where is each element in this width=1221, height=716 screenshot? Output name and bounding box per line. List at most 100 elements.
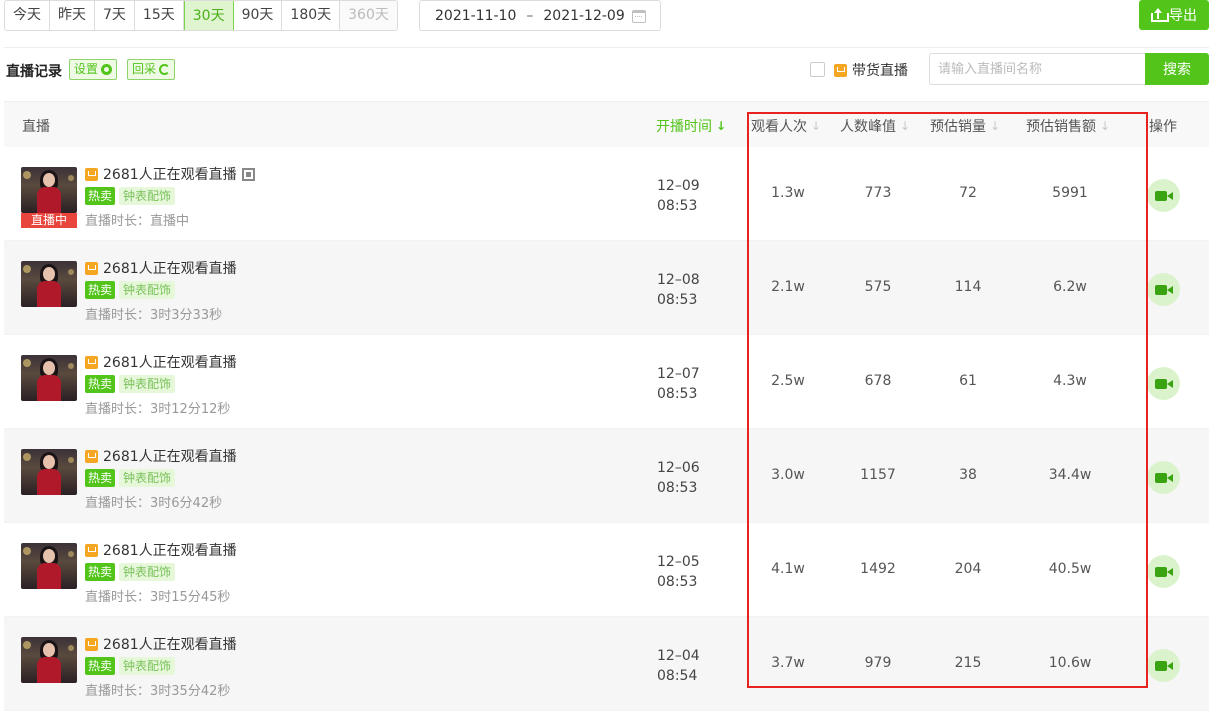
replay-video-button[interactable] bbox=[1147, 555, 1180, 588]
col-start-time[interactable]: 开播时间↓ bbox=[656, 116, 726, 136]
range-15d-button[interactable]: 15天 bbox=[135, 1, 184, 30]
export-button[interactable]: 导出 bbox=[1139, 0, 1209, 30]
date-range-quick-buttons: 今天 昨天 7天 15天 30天 90天 180天 360天 bbox=[4, 0, 398, 31]
col-live: 直播 bbox=[22, 116, 50, 136]
live-title[interactable]: 2681人正在观看直播 bbox=[85, 258, 237, 278]
search-input[interactable] bbox=[929, 53, 1146, 85]
range-7d-button[interactable]: 7天 bbox=[95, 1, 135, 30]
settings-button[interactable]: 设置 bbox=[69, 59, 117, 80]
col-views[interactable]: 观看人次↓ bbox=[751, 116, 821, 136]
cart-icon bbox=[85, 544, 98, 557]
date-range-end: 2021-12-09 bbox=[543, 8, 624, 24]
replay-video-button[interactable] bbox=[1147, 273, 1180, 306]
range-90d-button[interactable]: 90天 bbox=[234, 1, 283, 30]
live-cover-image[interactable] bbox=[21, 167, 77, 213]
qr-code-icon[interactable] bbox=[242, 168, 255, 181]
live-cover-image[interactable] bbox=[21, 449, 77, 495]
col-action: 操作 bbox=[1149, 116, 1177, 136]
sort-down-icon: ↓ bbox=[990, 119, 1000, 133]
replay-video-button[interactable] bbox=[1147, 461, 1180, 494]
date-range-start: 2021-11-10 bbox=[435, 8, 516, 24]
table-header: 直播 开播时间↓ 观看人次↓ 人数峰值↓ 预估销量↓ 预估销售额↓ 操作 bbox=[4, 101, 1209, 147]
range-360d-button: 360天 bbox=[340, 1, 397, 30]
cart-icon bbox=[834, 64, 847, 77]
live-status-badge: 直播中 bbox=[21, 213, 77, 228]
replay-video-button[interactable] bbox=[1147, 649, 1180, 682]
category-tag: 钟表配饰 bbox=[119, 375, 175, 393]
est-sales-value: 38 bbox=[943, 467, 993, 483]
est-amount-value: 4.3w bbox=[1040, 373, 1100, 389]
live-title[interactable]: 2681人正在观看直播 bbox=[85, 540, 237, 560]
live-title[interactable]: 2681人正在观看直播 bbox=[85, 446, 237, 466]
hot-tag: 热卖 bbox=[85, 657, 115, 675]
replay-button[interactable]: 回采 bbox=[127, 59, 175, 80]
replay-video-button[interactable] bbox=[1147, 179, 1180, 212]
live-duration: 直播时长：直播中 bbox=[85, 210, 189, 229]
category-tag: 钟表配饰 bbox=[119, 187, 175, 205]
col-peak[interactable]: 人数峰值↓ bbox=[840, 116, 910, 136]
hot-tag: 热卖 bbox=[85, 187, 115, 205]
live-cover-image[interactable] bbox=[21, 261, 77, 307]
est-sales-value: 61 bbox=[943, 373, 993, 389]
video-camera-icon bbox=[1155, 472, 1173, 484]
sort-down-icon: ↓ bbox=[1100, 119, 1110, 133]
replay-video-button[interactable] bbox=[1147, 367, 1180, 400]
goods-live-text: 带货直播 bbox=[852, 60, 908, 80]
views-value: 3.7w bbox=[763, 655, 813, 671]
table-row: 2681人正在观看直播 热卖钟表配饰 直播时长：3时12分12秒 12–0708… bbox=[4, 335, 1209, 429]
date-range-picker[interactable]: 2021-11-10 – 2021-12-09 bbox=[419, 0, 661, 31]
live-duration: 直播时长：3时3分33秒 bbox=[85, 304, 222, 323]
cart-icon bbox=[85, 450, 98, 463]
peak-value: 575 bbox=[853, 279, 903, 295]
date-range-separator: – bbox=[526, 8, 533, 24]
start-time: 12–0408:54 bbox=[657, 646, 700, 686]
settings-label: 设置 bbox=[74, 60, 98, 79]
est-amount-value: 5991 bbox=[1040, 185, 1100, 201]
range-30d-button[interactable]: 30天 bbox=[184, 0, 234, 31]
est-amount-value: 6.2w bbox=[1040, 279, 1100, 295]
table-row: 2681人正在观看直播 热卖钟表配饰 直播时长：3时15分45秒 12–0508… bbox=[4, 523, 1209, 617]
est-sales-value: 204 bbox=[943, 561, 993, 577]
search-button[interactable]: 搜索 bbox=[1145, 53, 1209, 85]
sort-down-icon: ↓ bbox=[716, 119, 726, 133]
live-duration: 直播时长：3时15分45秒 bbox=[85, 586, 230, 605]
live-duration: 直播时长：3时12分12秒 bbox=[85, 398, 230, 417]
category-tag: 钟表配饰 bbox=[119, 469, 175, 487]
col-est-amount[interactable]: 预估销售额↓ bbox=[1026, 116, 1110, 136]
range-180d-button[interactable]: 180天 bbox=[282, 1, 340, 30]
divider bbox=[4, 47, 1209, 48]
hot-tag: 热卖 bbox=[85, 563, 115, 581]
video-camera-icon bbox=[1155, 190, 1173, 202]
live-title[interactable]: 2681人正在观看直播 bbox=[85, 352, 237, 372]
range-today-button[interactable]: 今天 bbox=[5, 1, 50, 30]
cart-icon bbox=[85, 638, 98, 651]
live-cover-image[interactable] bbox=[21, 355, 77, 401]
start-time: 12–0908:53 bbox=[657, 176, 700, 216]
live-title[interactable]: 2681人正在观看直播 bbox=[85, 634, 237, 654]
peak-value: 979 bbox=[853, 655, 903, 671]
upload-icon bbox=[1151, 8, 1165, 22]
peak-value: 1157 bbox=[853, 467, 903, 483]
cart-icon bbox=[85, 168, 98, 181]
start-time: 12–0808:53 bbox=[657, 270, 700, 310]
sort-down-icon: ↓ bbox=[900, 119, 910, 133]
start-time: 12–0708:53 bbox=[657, 364, 700, 404]
views-value: 3.0w bbox=[763, 467, 813, 483]
live-cover-image[interactable] bbox=[21, 543, 77, 589]
est-sales-value: 114 bbox=[943, 279, 993, 295]
col-est-sales[interactable]: 预估销量↓ bbox=[930, 116, 1000, 136]
goods-live-label[interactable]: 带货直播 bbox=[834, 60, 908, 80]
section-title: 直播记录 bbox=[6, 61, 62, 81]
live-duration: 直播时长：3时35分42秒 bbox=[85, 680, 230, 699]
video-camera-icon bbox=[1155, 284, 1173, 296]
live-title[interactable]: 2681人正在观看直播 bbox=[85, 164, 255, 184]
goods-live-checkbox[interactable] bbox=[810, 62, 825, 77]
video-camera-icon bbox=[1155, 566, 1173, 578]
peak-value: 773 bbox=[853, 185, 903, 201]
category-tag: 钟表配饰 bbox=[119, 563, 175, 581]
range-yesterday-button[interactable]: 昨天 bbox=[50, 1, 95, 30]
cart-icon bbox=[85, 262, 98, 275]
est-sales-value: 215 bbox=[943, 655, 993, 671]
live-cover-image[interactable] bbox=[21, 637, 77, 683]
peak-value: 1492 bbox=[853, 561, 903, 577]
